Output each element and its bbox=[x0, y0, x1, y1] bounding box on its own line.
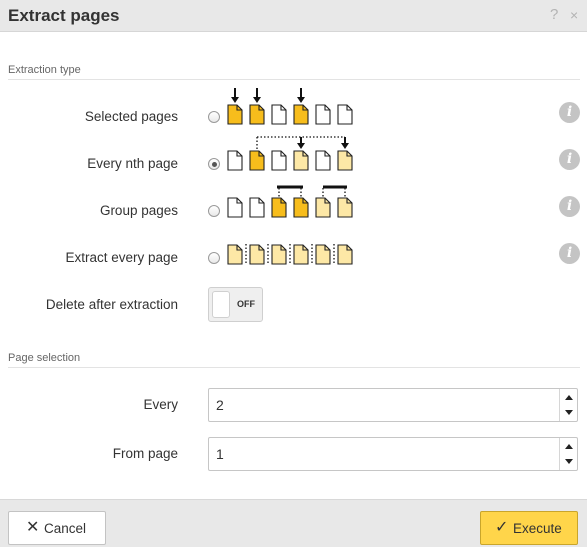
from-page-number-input[interactable]: 1 bbox=[208, 437, 578, 471]
extract-every-page-label: Extract every page bbox=[65, 250, 178, 265]
decrement-arrow-icon[interactable] bbox=[565, 459, 573, 464]
decrement-arrow-icon[interactable] bbox=[565, 410, 573, 415]
dialog-titlebar: Extract pages ? × bbox=[0, 0, 587, 32]
dialog-footer: ✕ Cancel ✓ Execute bbox=[0, 499, 587, 547]
cancel-button[interactable]: ✕ Cancel bbox=[8, 511, 106, 545]
every-input-value: 2 bbox=[216, 397, 224, 413]
section-divider bbox=[8, 367, 580, 368]
selected-pages-radio[interactable] bbox=[208, 111, 220, 123]
execute-button-label: Execute bbox=[513, 521, 562, 536]
delete-after-extraction-toggle[interactable]: OFF bbox=[208, 287, 263, 322]
every-nth-page-diagram-icon bbox=[227, 136, 353, 171]
close-icon: ✕ bbox=[26, 519, 40, 536]
selected-pages-label: Selected pages bbox=[84, 109, 178, 124]
toggle-state-text: OFF bbox=[237, 299, 255, 309]
extract-every-page-diagram-icon bbox=[227, 244, 353, 265]
group-pages-info-icon[interactable]: i bbox=[559, 196, 580, 217]
every-nth-page-info-icon[interactable]: i bbox=[559, 149, 580, 170]
every-label: Every bbox=[143, 397, 178, 412]
every-number-input[interactable]: 2 bbox=[208, 388, 578, 422]
increment-arrow-icon[interactable] bbox=[565, 395, 573, 400]
from-page-input-value: 1 bbox=[216, 446, 224, 462]
every-nth-page-label: Every nth page bbox=[87, 156, 178, 171]
checkmark-icon: ✓ bbox=[495, 519, 509, 536]
close-icon[interactable]: × bbox=[570, 5, 578, 25]
extract-every-page-info-icon[interactable]: i bbox=[559, 243, 580, 264]
every-stepper[interactable] bbox=[559, 389, 577, 421]
help-icon[interactable]: ? bbox=[550, 5, 558, 25]
execute-button[interactable]: ✓ Execute bbox=[480, 511, 578, 545]
every-nth-page-radio[interactable] bbox=[208, 158, 220, 170]
delete-after-extraction-label: Delete after extraction bbox=[45, 297, 178, 312]
group-pages-label: Group pages bbox=[99, 203, 178, 218]
group-pages-radio[interactable] bbox=[208, 205, 220, 217]
increment-arrow-icon[interactable] bbox=[565, 444, 573, 449]
extract-every-page-radio[interactable] bbox=[208, 252, 220, 264]
selected-pages-info-icon[interactable]: i bbox=[559, 102, 580, 123]
selected-pages-diagram-icon bbox=[227, 88, 353, 125]
dialog-title: Extract pages bbox=[8, 6, 120, 25]
toggle-knob bbox=[212, 291, 230, 318]
cancel-button-label: Cancel bbox=[44, 521, 87, 536]
from-page-stepper[interactable] bbox=[559, 438, 577, 470]
group-pages-diagram-icon bbox=[227, 185, 353, 218]
extraction-type-section-title: Extraction type bbox=[8, 64, 81, 76]
from-page-label: From page bbox=[112, 446, 178, 461]
page-selection-section-title: Page selection bbox=[8, 352, 81, 364]
section-divider bbox=[8, 79, 580, 80]
